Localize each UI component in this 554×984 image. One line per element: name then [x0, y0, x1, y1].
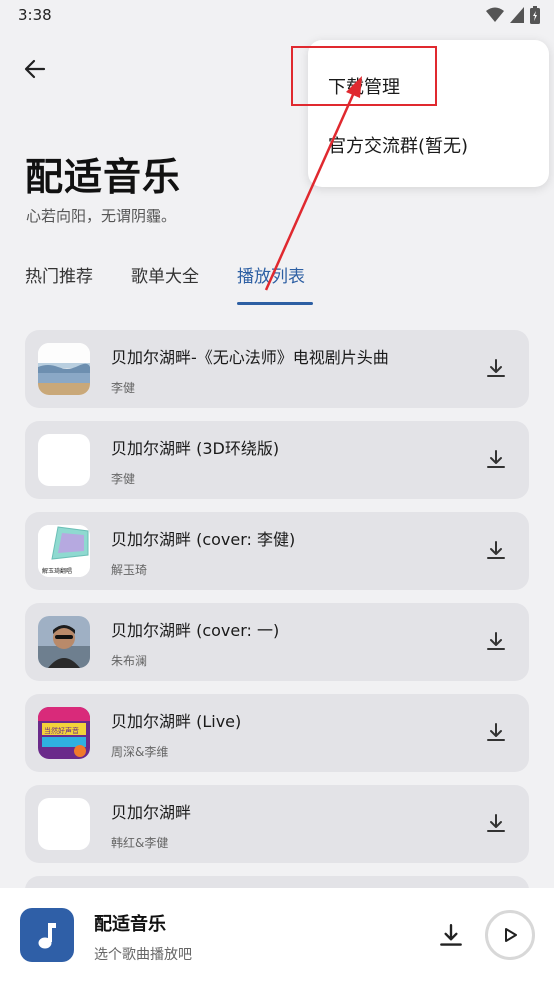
song-item[interactable]: 当然好声音 贝加尔湖畔 (Live) 周深&李维 — [25, 694, 529, 772]
song-cover: 解玉琦翻唱 — [38, 525, 90, 577]
music-note-icon — [38, 923, 56, 949]
page-title: 配适音乐 — [25, 155, 182, 199]
download-icon[interactable] — [437, 922, 465, 950]
page-subtitle: 心若向阳，无谓阴霾。 — [26, 207, 177, 225]
tab-hot[interactable]: 热门推荐 — [25, 262, 93, 287]
song-artist: 朱布澜 — [111, 654, 148, 668]
player-subtitle: 选个歌曲播放吧 — [94, 947, 192, 963]
song-artist: 李健 — [111, 472, 136, 486]
song-cover: 当然好声音 — [38, 707, 90, 759]
download-icon[interactable] — [483, 356, 509, 382]
battery-icon — [530, 6, 540, 24]
download-icon[interactable] — [483, 811, 509, 837]
song-title: 贝加尔湖畔 (Live) — [111, 712, 242, 731]
song-item[interactable]: 解玉琦翻唱 贝加尔湖畔 (cover: 李健) 解玉琦 — [25, 512, 529, 590]
status-icons — [486, 6, 540, 24]
song-title: 贝加尔湖畔-《无心法师》电视剧片头曲 — [111, 348, 389, 367]
arrow-left-icon — [24, 59, 46, 79]
song-item[interactable]: 贝加尔湖畔 (cover: 一) 朱布澜 — [25, 603, 529, 681]
tab-playlists[interactable]: 歌单大全 — [131, 262, 199, 287]
cover-text: 当然好声音 — [44, 726, 79, 735]
song-cover — [38, 616, 90, 668]
song-title: 贝加尔湖畔 — [111, 803, 192, 822]
status-bar: 3:38 — [0, 0, 554, 34]
song-cover — [38, 343, 90, 395]
song-title: 贝加尔湖畔 (3D环绕版) — [111, 439, 280, 458]
download-icon[interactable] — [483, 447, 509, 473]
wifi-icon — [486, 7, 504, 22]
song-artist: 李健 — [111, 381, 136, 395]
tab-play-list[interactable]: 播放列表 — [237, 262, 305, 287]
song-artist: 韩红&李健 — [111, 836, 169, 850]
player-artwork — [20, 908, 74, 962]
song-artist: 解玉琦 — [111, 563, 148, 577]
download-icon[interactable] — [483, 538, 509, 564]
player-title: 配适音乐 — [94, 914, 166, 935]
song-cover — [38, 798, 90, 850]
menu-item-official-group[interactable]: 官方交流群(暂无) — [328, 132, 468, 158]
annotation-highlight — [291, 46, 437, 106]
download-icon[interactable] — [483, 720, 509, 746]
play-button[interactable] — [485, 910, 535, 960]
player-bar[interactable]: 配适音乐 选个歌曲播放吧 — [0, 888, 554, 984]
song-title: 贝加尔湖畔 (cover: 李健) — [111, 530, 296, 549]
status-time: 3:38 — [18, 6, 52, 24]
back-button[interactable] — [20, 54, 50, 84]
song-item[interactable]: 贝加尔湖畔-《无心法师》电视剧片头曲 李健 — [25, 330, 529, 408]
song-title: 贝加尔湖畔 (cover: 一) — [111, 621, 280, 640]
tab-indicator — [237, 302, 313, 305]
signal-icon — [510, 7, 524, 23]
cover-text: 解玉琦翻唱 — [42, 567, 72, 575]
song-item[interactable]: 贝加尔湖畔 韩红&李健 — [25, 785, 529, 863]
song-artist: 周深&李维 — [111, 745, 169, 759]
download-icon[interactable] — [483, 629, 509, 655]
song-item[interactable]: 贝加尔湖畔 (3D环绕版) 李健 — [25, 421, 529, 499]
play-icon — [505, 928, 517, 942]
song-cover — [38, 434, 90, 486]
